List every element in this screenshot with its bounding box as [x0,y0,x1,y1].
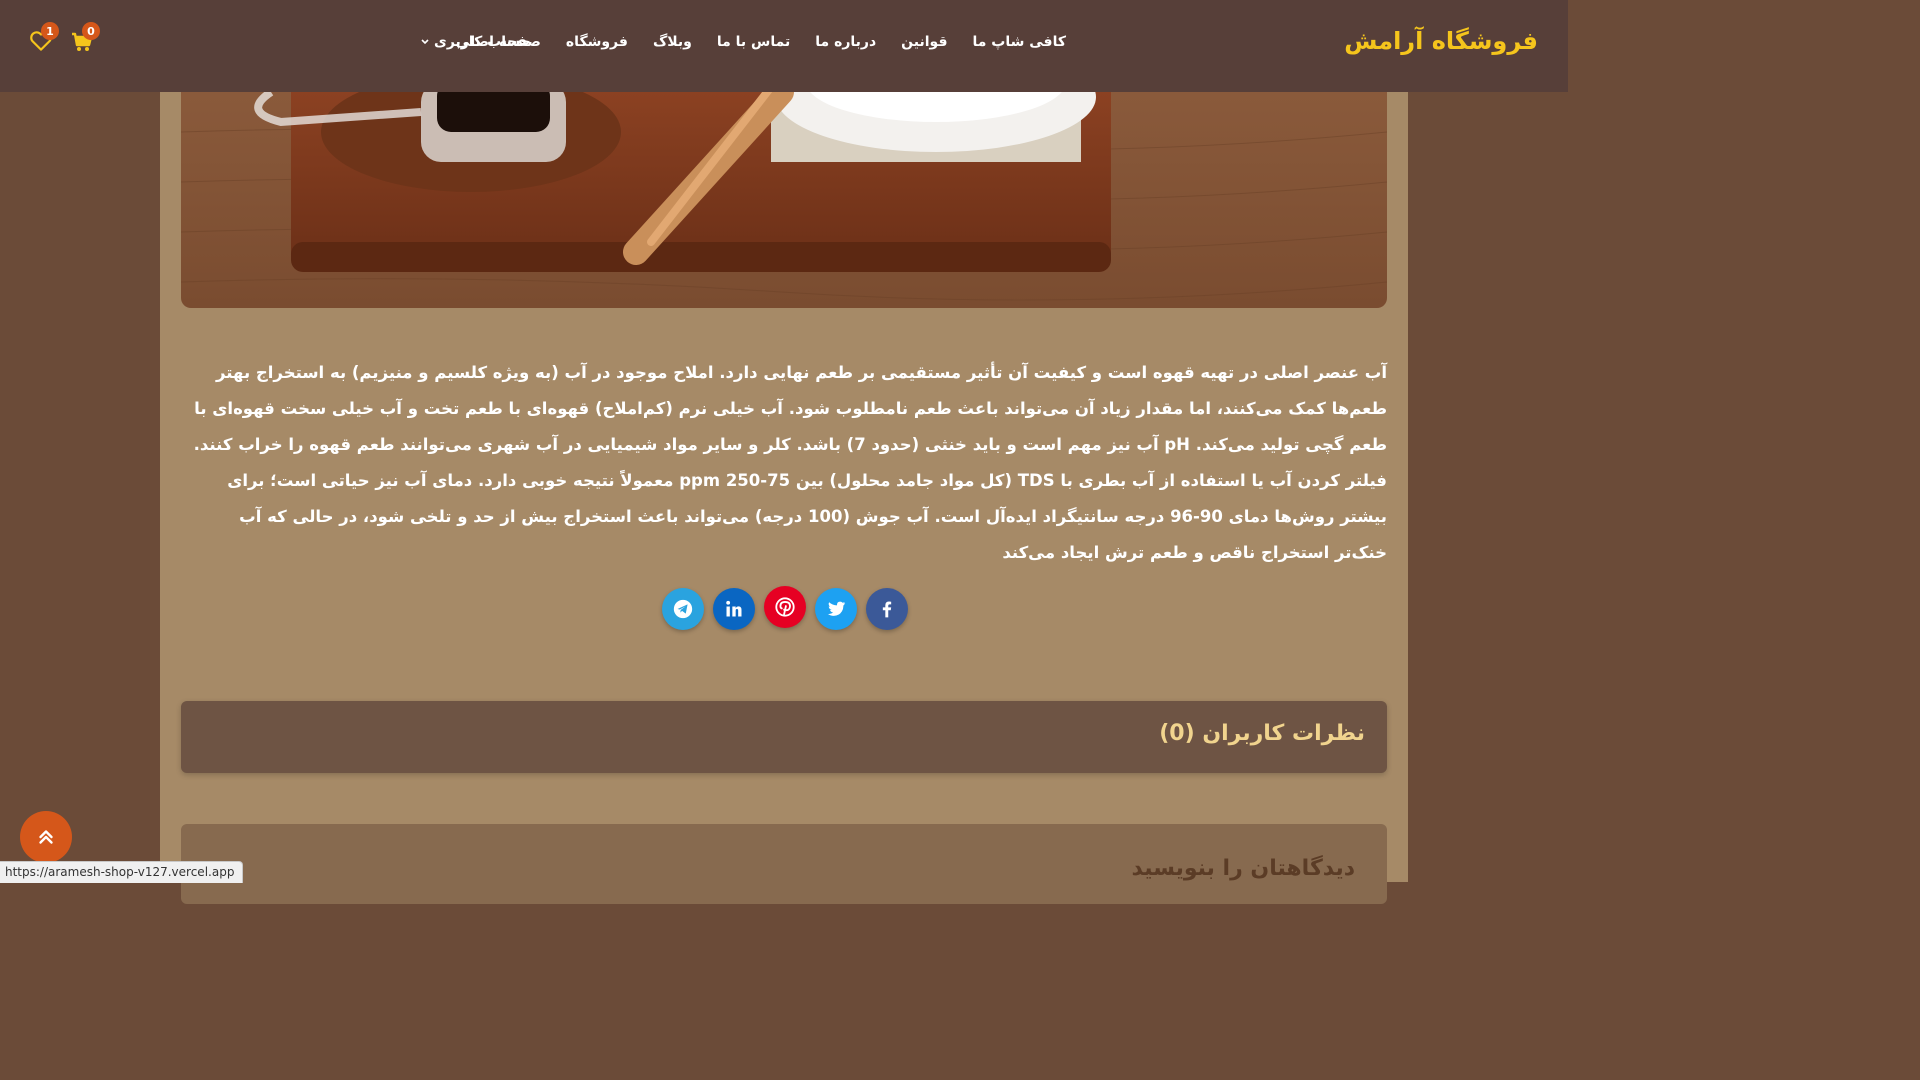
wishlist-count-badge: 1 [41,22,59,40]
comments-section: نظرات کاربران (0) [181,701,1387,773]
share-linkedin-button[interactable] [713,588,755,630]
browser-status-url: https://aramesh-shop-v127.vercel.app [0,861,244,883]
wishlist-button[interactable]: 1 [28,22,59,58]
site-logo[interactable]: فروشگاه آرامش [1344,27,1538,55]
chevron-down-icon [421,39,429,45]
linkedin-icon [726,600,742,617]
double-chevron-up-icon [39,830,53,844]
cart-button[interactable]: 0 [70,22,100,60]
main-nav: صفحه اصلی فروشگاه وبلاگ تماس با ما دربار… [456,34,1066,50]
nav-about[interactable]: درباره ما [815,34,876,50]
nav-rules[interactable]: قوانین [901,34,947,50]
nav-account-label: حساب کاربری [434,34,531,50]
share-facebook-button[interactable] [866,588,908,630]
site-header: فروشگاه آرامش صفحه اصلی فروشگاه وبلاگ تم… [0,0,1568,92]
coffee-photo [181,92,1387,308]
nav-shop[interactable]: فروشگاه [566,34,628,50]
facebook-icon [882,601,892,618]
nav-cafe[interactable]: کافی شاپ ما [973,34,1067,50]
article-hero-image [181,92,1387,308]
twitter-icon [827,601,846,616]
write-comment-section: دیدگاهتان را بنویسید [181,824,1387,904]
nav-contact[interactable]: تماس با ما [717,34,790,50]
comments-title: نظرات کاربران (0) [1159,721,1365,746]
article-paragraph: آب عنصر اصلی در تهیه قهوه است و کیفیت آن… [193,362,1387,562]
cart-count-badge: 0 [82,22,100,40]
share-telegram-button[interactable] [662,588,704,630]
pinterest-icon [775,597,795,617]
nav-account-dropdown[interactable]: حساب کاربری [420,34,531,50]
nav-blog[interactable]: وبلاگ [653,34,692,50]
share-twitter-button[interactable] [815,588,857,630]
write-comment-title: دیدگاهتان را بنویسید [1131,856,1355,881]
telegram-icon [673,599,693,619]
scroll-to-top-button[interactable] [20,811,72,863]
share-pinterest-button[interactable] [764,586,806,628]
